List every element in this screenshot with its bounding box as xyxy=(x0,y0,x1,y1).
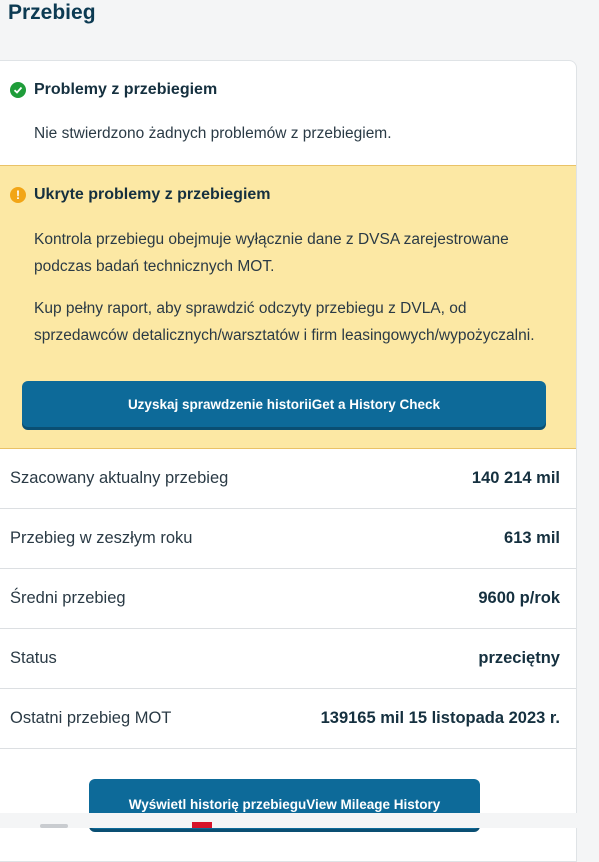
hidden-problems-section: ! Ukryte problemy z przebiegiem Kontrola… xyxy=(0,165,576,449)
hidden-problems-para-2: Kup pełny raport, aby sprawdzić odczyty … xyxy=(34,300,535,344)
stat-label: Status xyxy=(10,649,57,667)
stat-value: przeciętny xyxy=(478,649,560,667)
footer-logo xyxy=(40,824,68,828)
stat-label: Ostatni przebieg MOT xyxy=(10,709,172,727)
stat-row: Szacowany aktualny przebieg 140 214 mil xyxy=(0,449,576,509)
mileage-problems-heading: Problemy z przebiegiem xyxy=(10,81,217,99)
hidden-problems-title: Ukryte problemy z przebiegiem xyxy=(34,186,271,203)
hidden-problems-heading: ! Ukryte problemy z przebiegiem xyxy=(10,186,271,204)
history-check-button[interactable]: Uzyskaj sprawdzenie historiiGet a Histor… xyxy=(22,381,546,427)
exclamation-circle-icon: ! xyxy=(10,187,26,203)
stat-value: 9600 p/rok xyxy=(478,589,560,607)
page-title: Przebieg xyxy=(8,1,96,24)
stat-value: 139165 mil 15 listopada 2023 r. xyxy=(320,709,560,727)
stat-label: Średni przebieg xyxy=(10,589,126,607)
footer-strip xyxy=(0,813,599,828)
stat-row: Status przeciętny xyxy=(0,629,576,689)
stat-row: Przebieg w zeszłym roku 613 mil xyxy=(0,509,576,569)
stat-label: Szacowany aktualny przebieg xyxy=(10,469,229,487)
stat-value: 140 214 mil xyxy=(471,469,560,487)
mileage-problems-title: Problemy z przebiegiem xyxy=(34,81,218,98)
mileage-problems-text: Nie stwierdzono żadnych problemów z prze… xyxy=(34,125,392,142)
stat-row: Średni przebieg 9600 p/rok xyxy=(0,569,576,629)
hidden-problems-para-1: Kontrola przebiegu obejmuje wyłącznie da… xyxy=(34,231,509,275)
stat-row: Ostatni przebieg MOT 139165 mil 15 listo… xyxy=(0,689,576,749)
stat-value: 613 mil xyxy=(504,529,560,547)
check-circle-icon xyxy=(10,82,26,98)
footer-flag-icon xyxy=(192,822,212,828)
mileage-card: Problemy z przebiegiem Nie stwierdzono ż… xyxy=(0,60,577,862)
mileage-problems-section: Problemy z przebiegiem Nie stwierdzono ż… xyxy=(0,61,576,165)
stat-label: Przebieg w zeszłym roku xyxy=(10,529,193,547)
